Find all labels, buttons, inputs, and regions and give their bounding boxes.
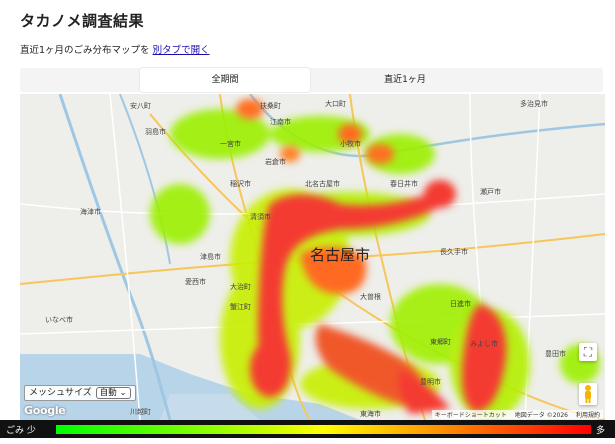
fullscreen-icon: ⛶ [583, 345, 593, 359]
pegman-icon [585, 385, 591, 403]
mesh-size-select[interactable]: 自動 ⌄ [95, 387, 131, 399]
tab-all-period[interactable]: 全期間 [140, 68, 310, 92]
map-label-place: みよし市 [470, 339, 498, 348]
map-label-place: 豊田市 [545, 349, 566, 358]
map-attribution: キーボードショートカット 地図データ ©2026 利用規約 [431, 410, 603, 419]
map-label-place: 清須市 [250, 212, 271, 221]
street-view-button[interactable] [579, 383, 597, 405]
mesh-size-value: 自動 [99, 388, 117, 398]
map-data-credit: 地図データ ©2026 [514, 412, 568, 419]
map-label-place: 北名古屋市 [305, 179, 340, 188]
mesh-size-label: メッシュサイズ [29, 388, 92, 398]
map-label-place: 羽島市 [145, 127, 166, 136]
fullscreen-button[interactable]: ⛶ [579, 343, 597, 361]
legend-low-label: ごみ 少 [6, 426, 36, 436]
open-new-tab-link[interactable]: 別タブで開く [153, 45, 210, 56]
terms-link[interactable]: 利用規約 [576, 410, 600, 419]
map-label-place: 瀬戸市 [480, 187, 501, 196]
heatmap-map[interactable]: 名古屋市 安八町 羽島市 一宮市 江南市 大口町 扶桑町 岩倉市 小牧市 北名古… [20, 94, 605, 420]
legend-color-scale [56, 425, 591, 434]
map-label-place: 春日井市 [390, 179, 418, 188]
mesh-size-control: メッシュサイズ 自動 ⌄ [24, 385, 136, 401]
map-label-place: 東郷町 [430, 337, 451, 346]
map-label-place: 扶桑町 [260, 101, 281, 110]
map-label-nagoya: 名古屋市 [310, 246, 370, 264]
subtitle: 直近1ヶ月のごみ分布マップを 別タブで開く [20, 42, 210, 56]
legend-high-label: 多 [596, 426, 606, 436]
map-label-place: 大口町 [325, 99, 346, 108]
map-label-place: 岩倉市 [265, 157, 286, 166]
page-title: タカノメ調査結果 [20, 12, 145, 30]
google-logo: Google [24, 404, 66, 417]
map-label-place: 一宮市 [220, 139, 241, 148]
map-label-place: 大曽根 [360, 292, 381, 301]
map-label-place: 多治見市 [520, 99, 548, 108]
tab-last-month[interactable]: 直近1ヶ月 [320, 68, 490, 92]
map-label-place: 東海市 [360, 409, 381, 418]
map-canvas: 名古屋市 安八町 羽島市 一宮市 江南市 大口町 扶桑町 岩倉市 小牧市 北名古… [20, 94, 605, 420]
map-label-place: 稲沢市 [230, 179, 251, 188]
map-label-place: 蟹江町 [230, 302, 251, 311]
keyboard-shortcuts-link[interactable]: キーボードショートカット [435, 410, 507, 419]
period-tabs: 全期間 直近1ヶ月 [20, 68, 603, 92]
map-label-place: 日進市 [450, 299, 471, 308]
map-label-place: いなべ市 [45, 315, 73, 324]
map-label-place: 長久手市 [440, 247, 468, 256]
map-label-place: 小牧市 [340, 139, 361, 148]
map-label-place: 津島市 [200, 252, 221, 261]
map-label-place: 江南市 [270, 117, 291, 126]
map-label-place: 愛西市 [185, 277, 206, 286]
map-label-place: 大治町 [230, 282, 251, 291]
map-label-place: 海津市 [80, 207, 101, 216]
map-label-place: 川越町 [130, 407, 151, 416]
subtitle-text: 直近1ヶ月のごみ分布マップを [20, 45, 150, 56]
heatmap-legend: ごみ 少 多 [0, 420, 615, 438]
map-label-place: 豊明市 [420, 377, 441, 386]
map-label-place: 安八町 [130, 101, 151, 110]
